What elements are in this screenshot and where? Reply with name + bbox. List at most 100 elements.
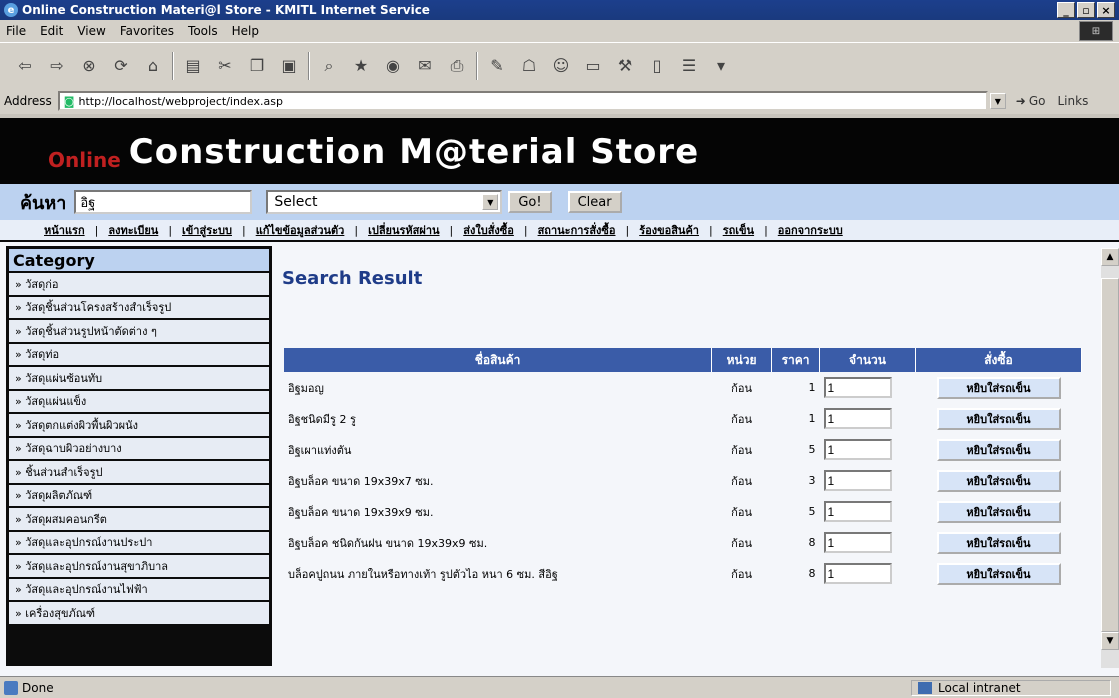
address-dropdown-button[interactable]: ▼ — [989, 93, 1006, 109]
tools-icon[interactable]: ⚒ — [612, 53, 638, 79]
history-icon[interactable]: ▤ — [180, 53, 206, 79]
menu-edit[interactable]: Edit — [40, 24, 63, 38]
quantity-input[interactable] — [823, 532, 892, 553]
links-button[interactable]: Links — [1058, 94, 1089, 108]
stop-icon[interactable]: ⊗ — [76, 53, 102, 79]
product-unit: ก้อน — [731, 567, 752, 581]
results-title: Search Result — [282, 268, 423, 289]
nav-request-product[interactable]: ร้องขอสินค้า — [639, 221, 699, 239]
research-icon[interactable]: ☰ — [676, 53, 702, 79]
category-item[interactable]: » ชิ้นส่วนสำเร็จรูป — [9, 461, 269, 483]
windows-logo: ⊞ — [1079, 21, 1113, 41]
edit-icon[interactable]: ✎ — [484, 53, 510, 79]
product-price: 1 — [808, 381, 816, 394]
close-button[interactable]: × — [1097, 2, 1115, 18]
back-icon[interactable]: ⇦ — [12, 53, 38, 79]
category-item[interactable]: » วัสดุฉาบผิวอย่างบาง — [9, 437, 269, 459]
cut-icon[interactable]: ✂ — [212, 53, 238, 79]
product-name: อิฐบล็อค ขนาด 19x39x7 ซม. — [288, 474, 434, 488]
category-item[interactable]: » เครื่องสุขภัณฑ์ — [9, 602, 269, 624]
chevron-down-icon[interactable]: ▼ — [482, 194, 499, 210]
go-button[interactable]: ➜ Go — [1016, 94, 1046, 108]
site-banner: Online Construction M@terial Store — [0, 118, 1119, 184]
nav-separator: | — [354, 223, 359, 237]
menu-help[interactable]: Help — [232, 24, 259, 38]
mail-icon[interactable]: ✉ — [412, 53, 438, 79]
add-to-cart-button[interactable]: หยิบใส่รถเข็น — [936, 376, 1061, 399]
category-item[interactable]: » วัสดุและอุปกรณ์งานสุขาภิบาล — [9, 555, 269, 577]
category-item[interactable]: » วัสดุผสมคอนกรีต — [9, 508, 269, 530]
menu-view[interactable]: View — [77, 24, 105, 38]
product-name: บล็อคปูถนน ภายในหรือทางเท้า รูปตัวไอ หนา… — [288, 567, 558, 581]
print-icon[interactable]: ⎙ — [444, 53, 470, 79]
scroll-up-icon[interactable]: ▲ — [1101, 248, 1119, 266]
category-select[interactable]: Select ▼ — [266, 190, 503, 214]
menu-tools[interactable]: Tools — [188, 24, 218, 38]
refresh-icon[interactable]: ⟳ — [108, 53, 134, 79]
category-item[interactable]: » วัสดุแผ่นแข็ง — [9, 390, 269, 412]
menu-favorites[interactable]: Favorites — [120, 24, 174, 38]
nav-edit-profile[interactable]: แก้ไขข้อมูลส่วนตัว — [256, 221, 345, 239]
menu-file[interactable]: File — [6, 24, 26, 38]
nav-logout[interactable]: ออกจากระบบ — [778, 221, 843, 239]
forward-icon[interactable]: ⇨ — [44, 53, 70, 79]
page-icon[interactable]: ▯ — [644, 53, 670, 79]
folder-icon[interactable]: ▭ — [580, 53, 606, 79]
quantity-input[interactable] — [823, 470, 892, 491]
category-item[interactable]: » วัสดุท่อ — [9, 343, 269, 365]
quantity-input[interactable] — [823, 501, 892, 522]
go-search-button[interactable]: Go! — [508, 191, 552, 213]
search-input[interactable]: อิฐ — [74, 190, 253, 214]
category-item[interactable]: » วัสดุแผ่นซ้อนทับ — [9, 367, 269, 389]
add-to-cart-button[interactable]: หยิบใส่รถเข็น — [936, 500, 1061, 523]
minimize-button[interactable]: _ — [1057, 2, 1075, 18]
table-row: อิฐเผาแท่งตัน ก้อน 5 หยิบใส่รถเข็น — [284, 434, 1082, 465]
nav-home[interactable]: หน้าแรก — [44, 221, 85, 239]
go-arrow-icon: ➜ — [1015, 94, 1026, 108]
product-name: อิฐชนิดมีรู 2 รู — [288, 412, 356, 426]
quantity-input[interactable] — [823, 439, 892, 460]
nav-order-status[interactable]: สถานะการสั่งซื้อ — [538, 221, 616, 239]
add-to-cart-button[interactable]: หยิบใส่รถเข็น — [936, 562, 1061, 585]
category-item[interactable]: » วัสดุและอุปกรณ์งานไฟฟ้า — [9, 578, 269, 600]
table-row: อิฐบล็อค ขนาด 19x39x7 ซม. ก้อน 3 หยิบใส่รถเ… — [284, 465, 1082, 496]
nav-register[interactable]: ลงทะเบียน — [108, 221, 158, 239]
favorites-icon[interactable]: ★ — [348, 53, 374, 79]
chevron-down-icon[interactable]: ▾ — [708, 53, 734, 79]
add-to-cart-button[interactable]: หยิบใส่รถเข็น — [936, 531, 1061, 554]
nav-separator: | — [449, 223, 454, 237]
col-header-name: ชื่อสินค้า — [284, 348, 713, 372]
category-item[interactable]: » วัสดุชิ้นส่วนรูปหน้าตัดต่าง ๆ — [9, 320, 269, 342]
category-item[interactable]: » วัสดุผลิตภัณฑ์ — [9, 484, 269, 506]
category-item[interactable]: » วัสดุก่อ — [9, 273, 269, 295]
maximize-button[interactable]: ▫ — [1077, 2, 1095, 18]
media-icon[interactable]: ◉ — [380, 53, 406, 79]
messenger-icon[interactable]: ☺ — [548, 53, 574, 79]
nav-login[interactable]: เข้าสู่ระบบ — [182, 221, 232, 239]
nav-send-order[interactable]: ส่งใบสั่งซื้อ — [463, 221, 514, 239]
category-item[interactable]: » วัสดุชิ้นส่วนโครงสร้างสำเร็จรูป — [9, 296, 269, 318]
product-price: 5 — [808, 443, 816, 456]
quantity-input[interactable] — [823, 408, 892, 429]
address-input[interactable]: ◙ http://localhost/webproject/index.asp — [57, 91, 988, 111]
category-item[interactable]: » วัสดุและอุปกรณ์งานประปา — [9, 531, 269, 553]
discuss-icon[interactable]: ☖ — [516, 53, 542, 79]
search-icon[interactable]: ⌕ — [316, 53, 342, 79]
quantity-input[interactable] — [823, 563, 892, 584]
home-icon[interactable]: ⌂ — [140, 53, 166, 79]
scroll-thumb[interactable] — [1101, 278, 1119, 632]
add-to-cart-button[interactable]: หยิบใส่รถเข็น — [936, 469, 1061, 492]
add-to-cart-button[interactable]: หยิบใส่รถเข็น — [936, 407, 1061, 430]
nav-separator: | — [625, 223, 630, 237]
scroll-down-icon[interactable]: ▼ — [1101, 632, 1119, 650]
vertical-scrollbar[interactable]: ▲ ▼ — [1101, 248, 1119, 668]
address-url: http://localhost/webproject/index.asp — [78, 94, 283, 108]
clear-button[interactable]: Clear — [567, 191, 622, 213]
copy-icon[interactable]: ❐ — [244, 53, 270, 79]
category-item[interactable]: » วัสดุตกแต่งผิวพื้นผิวผนัง — [9, 414, 269, 436]
nav-change-password[interactable]: เปลี่ยนรหัสผ่าน — [368, 221, 439, 239]
add-to-cart-button[interactable]: หยิบใส่รถเข็น — [936, 438, 1061, 461]
nav-cart[interactable]: รถเข็น — [723, 221, 754, 239]
quantity-input[interactable] — [823, 377, 892, 398]
paste-icon[interactable]: ▣ — [276, 53, 302, 79]
